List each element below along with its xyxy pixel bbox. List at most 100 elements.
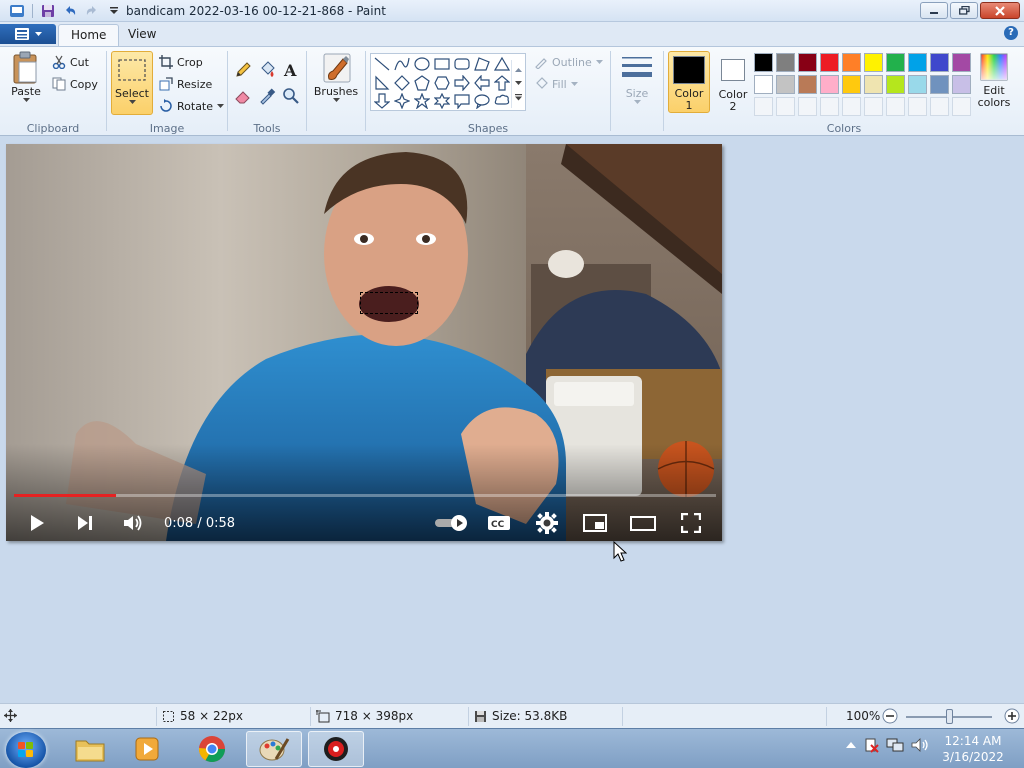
- color1-button[interactable]: Color 1: [668, 51, 710, 113]
- canvas-area[interactable]: 0:08 / 0:58 CC: [0, 137, 1024, 703]
- palette-color-swatch[interactable]: [886, 53, 905, 72]
- close-button[interactable]: [980, 2, 1020, 19]
- palette-custom-slot[interactable]: [864, 97, 883, 116]
- settings-gear-icon[interactable]: [534, 510, 560, 536]
- undo-icon[interactable]: [61, 2, 79, 20]
- palette-color-swatch[interactable]: [754, 53, 773, 72]
- paint-app-icon[interactable]: [8, 2, 26, 20]
- system-clock[interactable]: 12:14 AM 3/16/2022: [936, 733, 1010, 765]
- size-button[interactable]: Size: [617, 53, 657, 105]
- palette-custom-slot[interactable]: [820, 97, 839, 116]
- palette-custom-slot[interactable]: [754, 97, 773, 116]
- paint-icon[interactable]: [246, 731, 302, 767]
- volume-icon[interactable]: [120, 510, 146, 536]
- fill-button[interactable]: Fill: [534, 75, 578, 93]
- video-progress-bar[interactable]: [14, 494, 716, 497]
- zoom-in-button[interactable]: [1004, 708, 1020, 724]
- palette-custom-slot[interactable]: [776, 97, 795, 116]
- palette-color-swatch[interactable]: [776, 53, 795, 72]
- minimize-button[interactable]: [920, 2, 948, 19]
- next-icon[interactable]: [72, 510, 98, 536]
- hexagon-shape-icon[interactable]: [433, 74, 451, 92]
- cloud-callout-shape-icon[interactable]: [493, 92, 511, 110]
- rectangle-shape-icon[interactable]: [433, 55, 451, 73]
- five-point-star-shape-icon[interactable]: [413, 92, 431, 110]
- up-arrow-shape-icon[interactable]: [493, 74, 511, 92]
- rounded-rectangle-shape-icon[interactable]: [453, 55, 471, 73]
- rectangular-callout-shape-icon[interactable]: [453, 92, 471, 110]
- selection-marquee[interactable]: [360, 292, 418, 314]
- palette-color-swatch[interactable]: [820, 53, 839, 72]
- paste-button[interactable]: Paste: [6, 51, 46, 103]
- palette-color-swatch[interactable]: [842, 75, 861, 94]
- color-picker-icon[interactable]: [256, 85, 278, 107]
- palette-color-swatch[interactable]: [886, 75, 905, 94]
- palette-color-swatch[interactable]: [952, 75, 971, 94]
- fill-bucket-icon[interactable]: [256, 59, 278, 81]
- palette-color-swatch[interactable]: [820, 75, 839, 94]
- cut-button[interactable]: Cut: [52, 53, 89, 71]
- palette-color-swatch[interactable]: [754, 75, 773, 94]
- palette-color-swatch[interactable]: [864, 75, 883, 94]
- help-icon[interactable]: ?: [1004, 26, 1018, 40]
- speaker-icon[interactable]: [911, 737, 929, 753]
- palette-custom-slot[interactable]: [952, 97, 971, 116]
- down-arrow-shape-icon[interactable]: [373, 92, 391, 110]
- palette-color-swatch[interactable]: [864, 53, 883, 72]
- curve-shape-icon[interactable]: [393, 55, 411, 73]
- palette-color-swatch[interactable]: [842, 53, 861, 72]
- edit-colors-button[interactable]: Edit colors: [974, 51, 1014, 113]
- theater-mode-icon[interactable]: [630, 510, 656, 536]
- palette-color-swatch[interactable]: [930, 53, 949, 72]
- video-frame-image[interactable]: 0:08 / 0:58 CC: [6, 144, 722, 541]
- network-icon[interactable]: [886, 737, 904, 753]
- bandicam-icon[interactable]: [308, 731, 364, 767]
- eraser-icon[interactable]: [232, 85, 254, 107]
- tab-home[interactable]: Home: [58, 24, 120, 46]
- palette-color-swatch[interactable]: [952, 53, 971, 72]
- text-icon[interactable]: A: [280, 59, 302, 81]
- copy-button[interactable]: Copy: [52, 75, 98, 93]
- pentagon-shape-icon[interactable]: [413, 74, 431, 92]
- explorer-icon[interactable]: [62, 731, 118, 767]
- palette-custom-slot[interactable]: [908, 97, 927, 116]
- play-icon[interactable]: [24, 510, 50, 536]
- palette-custom-slot[interactable]: [886, 97, 905, 116]
- palette-custom-slot[interactable]: [798, 97, 817, 116]
- palette-custom-slot[interactable]: [930, 97, 949, 116]
- polygon-shape-icon[interactable]: [473, 55, 491, 73]
- shapes-gallery[interactable]: [370, 53, 526, 111]
- fullscreen-icon[interactable]: [678, 510, 704, 536]
- resize-button[interactable]: Resize: [159, 75, 212, 93]
- start-button[interactable]: [6, 732, 46, 768]
- oval-shape-icon[interactable]: [413, 55, 431, 73]
- right-arrow-shape-icon[interactable]: [453, 74, 471, 92]
- redo-icon[interactable]: [83, 2, 101, 20]
- zoom-slider-thumb[interactable]: [946, 709, 953, 724]
- customize-icon[interactable]: [105, 2, 123, 20]
- triangle-shape-icon[interactable]: [493, 55, 511, 73]
- palette-color-swatch[interactable]: [776, 75, 795, 94]
- rotate-button[interactable]: Rotate: [159, 97, 225, 115]
- color2-button[interactable]: Color 2: [712, 51, 754, 113]
- palette-color-swatch[interactable]: [908, 75, 927, 94]
- right-triangle-shape-icon[interactable]: [373, 74, 391, 92]
- paint-menu-button[interactable]: [0, 24, 56, 44]
- show-hidden-icons-icon[interactable]: [846, 741, 856, 749]
- outline-button[interactable]: Outline: [534, 53, 603, 71]
- restore-button[interactable]: [950, 2, 978, 19]
- miniplayer-icon[interactable]: [582, 510, 608, 536]
- magnifier-icon[interactable]: [280, 85, 302, 107]
- select-button[interactable]: Select: [111, 51, 153, 115]
- left-arrow-shape-icon[interactable]: [473, 74, 491, 92]
- crop-button[interactable]: Crop: [159, 53, 203, 71]
- palette-color-swatch[interactable]: [798, 75, 817, 94]
- oval-callout-shape-icon[interactable]: [473, 92, 491, 110]
- palette-custom-slot[interactable]: [842, 97, 861, 116]
- action-center-icon[interactable]: [863, 737, 879, 753]
- media-player-icon[interactable]: [120, 731, 176, 767]
- pencil-icon[interactable]: [232, 59, 254, 81]
- diamond-shape-icon[interactable]: [393, 74, 411, 92]
- palette-color-swatch[interactable]: [908, 53, 927, 72]
- captions-icon[interactable]: CC: [486, 510, 512, 536]
